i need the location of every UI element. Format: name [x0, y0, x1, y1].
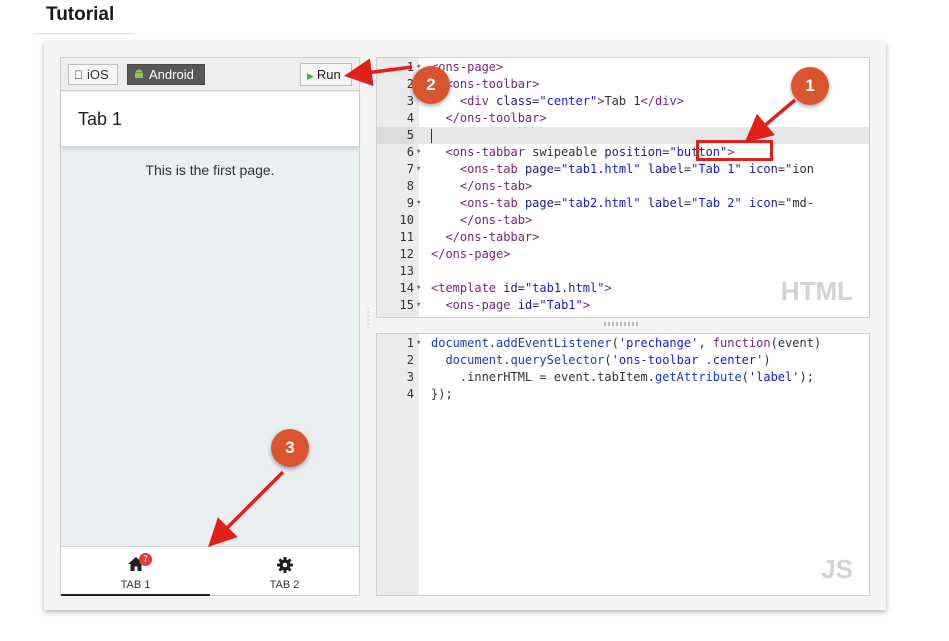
code-line[interactable]: 8 </ons-tab> — [377, 178, 869, 195]
fold-toggle-icon[interactable]: ▾ — [416, 144, 421, 161]
preview-topbar: iOS Android ▶Run — [61, 58, 359, 91]
code-line[interactable]: 11 </ons-tabbar> — [377, 229, 869, 246]
line-number: 5 — [377, 127, 414, 144]
code-line[interactable]: 5 — [377, 127, 869, 144]
gear-icon — [210, 556, 359, 579]
code-text: <ons-tab page="tab2.html" label="Tab 2" … — [459, 196, 814, 210]
tab-1[interactable]: 7 TAB 1 — [61, 547, 210, 596]
code-text: </ons-tab> — [459, 213, 533, 227]
code-line[interactable]: 12 </ons-page> — [377, 246, 869, 263]
line-number: 1 — [406, 336, 414, 350]
code-line[interactable]: 2 document.querySelector('ons-toolbar .c… — [377, 352, 869, 369]
code-text: </ons-page> — [431, 247, 511, 261]
code-line[interactable]: 10 </ons-tab> — [377, 212, 869, 229]
line-number: 13 — [399, 264, 414, 278]
code-text: <template id="tab1.html"> — [431, 281, 612, 295]
editor-mode-label: JS — [821, 554, 853, 584]
code-text: <ons-page id="Tab1"> — [445, 298, 590, 312]
fold-toggle-icon[interactable]: ▾ — [416, 335, 421, 352]
device-preview: iOS Android ▶Run Tab 1 This is the firs… — [60, 57, 360, 596]
toolbar-title: Tab 1 — [78, 109, 123, 129]
line-number: 11 — [399, 230, 414, 244]
callout-3: 3 — [271, 429, 309, 467]
code-text: </ons-tab> — [459, 179, 533, 193]
code-text: <ons-tabbar swipeable position="button"> — [445, 145, 735, 159]
heading-divider — [34, 33, 134, 34]
line-number: 2 — [406, 77, 414, 91]
code-line[interactable]: 4}); — [377, 386, 869, 403]
vertical-resize-handle[interactable]: ::::: — [367, 306, 371, 338]
line-number: 4 — [406, 111, 414, 125]
highlight-box — [696, 140, 773, 161]
line-number: 6 — [406, 145, 414, 159]
tab-bar: 7 TAB 1 TAB 2 — [61, 546, 359, 596]
android-label: Android — [149, 67, 194, 82]
line-number: 15 — [399, 298, 414, 312]
code-line[interactable]: 7 ▾ <ons-tab page="tab1.html" label="Tab … — [377, 161, 869, 178]
fold-toggle-icon[interactable]: ▾ — [416, 161, 421, 178]
code-line[interactable]: 4 </ons-toolbar> — [377, 110, 869, 127]
code-line[interactable]: 1 ▾ document.addEventListener('prechange',… — [377, 335, 869, 352]
code-line[interactable]: 3 .innerHTML = event.tabItem.getAttribut… — [377, 369, 869, 386]
home-icon — [61, 556, 210, 577]
run-label: Run — [316, 67, 341, 82]
android-icon — [133, 66, 145, 85]
code-text: document.addEventListener('prechange', f… — [431, 336, 822, 350]
line-number: 14 — [399, 281, 414, 295]
line-number: 10 — [399, 213, 414, 227]
line-number: 3 — [406, 370, 414, 384]
android-platform-button[interactable]: Android — [127, 64, 205, 85]
notification-badge: 7 — [139, 553, 152, 566]
line-number: 12 — [399, 247, 414, 261]
line-number: 4 — [406, 387, 414, 401]
code-text: </ons-toolbar> — [445, 111, 547, 125]
fold-toggle-icon[interactable]: ▾ — [416, 280, 421, 297]
code-text: <ons-tab page="tab1.html" label="Tab 1" … — [459, 162, 814, 176]
line-number: 7 — [406, 162, 414, 176]
page-heading: Tutorial — [46, 4, 115, 25]
fold-toggle-icon[interactable]: ▾ — [416, 297, 421, 314]
line-number: 2 — [406, 353, 414, 367]
code-text: </ons-tabbar> — [445, 230, 540, 244]
code-text — [431, 127, 432, 144]
fold-toggle-icon[interactable]: ▾ — [416, 195, 421, 212]
line-number: 1 — [406, 60, 414, 74]
app-toolbar: Tab 1 — [61, 92, 359, 147]
page-text: This is the first page. — [145, 162, 275, 178]
callout-1: 1 — [791, 67, 829, 105]
tab-1-label: TAB 1 — [120, 579, 151, 591]
horizontal-resize-handle[interactable] — [604, 322, 640, 326]
line-number: 8 — [406, 179, 414, 193]
apple-icon:  — [74, 66, 83, 85]
code-text: <div class="center">Tab 1</div> — [459, 94, 684, 108]
line-number: 9 — [406, 196, 414, 210]
code-line[interactable]: 6 ▾ <ons-tabbar swipeable position="butto… — [377, 144, 869, 161]
callout-2: 2 — [412, 66, 450, 104]
js-code-editor[interactable]: 1 ▾ document.addEventListener('prechange',… — [376, 333, 870, 596]
code-line[interactable]: 9 ▾ <ons-tab page="tab2.html" label="Tab … — [377, 195, 869, 212]
run-button[interactable]: ▶ Run — [300, 63, 352, 86]
play-icon: ▶ — [307, 71, 314, 81]
tab-2[interactable]: TAB 2 — [210, 547, 359, 596]
code-text: .innerHTML = event.tabItem.getAttribute(… — [431, 370, 814, 384]
ios-label: iOS — [78, 67, 109, 82]
editor-mode-label: HTML — [780, 276, 853, 306]
code-text: }); — [431, 387, 453, 401]
ios-platform-button[interactable]: iOS — [68, 64, 118, 85]
code-text: document.querySelector('ons-toolbar .cen… — [445, 353, 771, 367]
line-number: 3 — [406, 94, 414, 108]
tab-2-label: TAB 2 — [269, 579, 300, 591]
